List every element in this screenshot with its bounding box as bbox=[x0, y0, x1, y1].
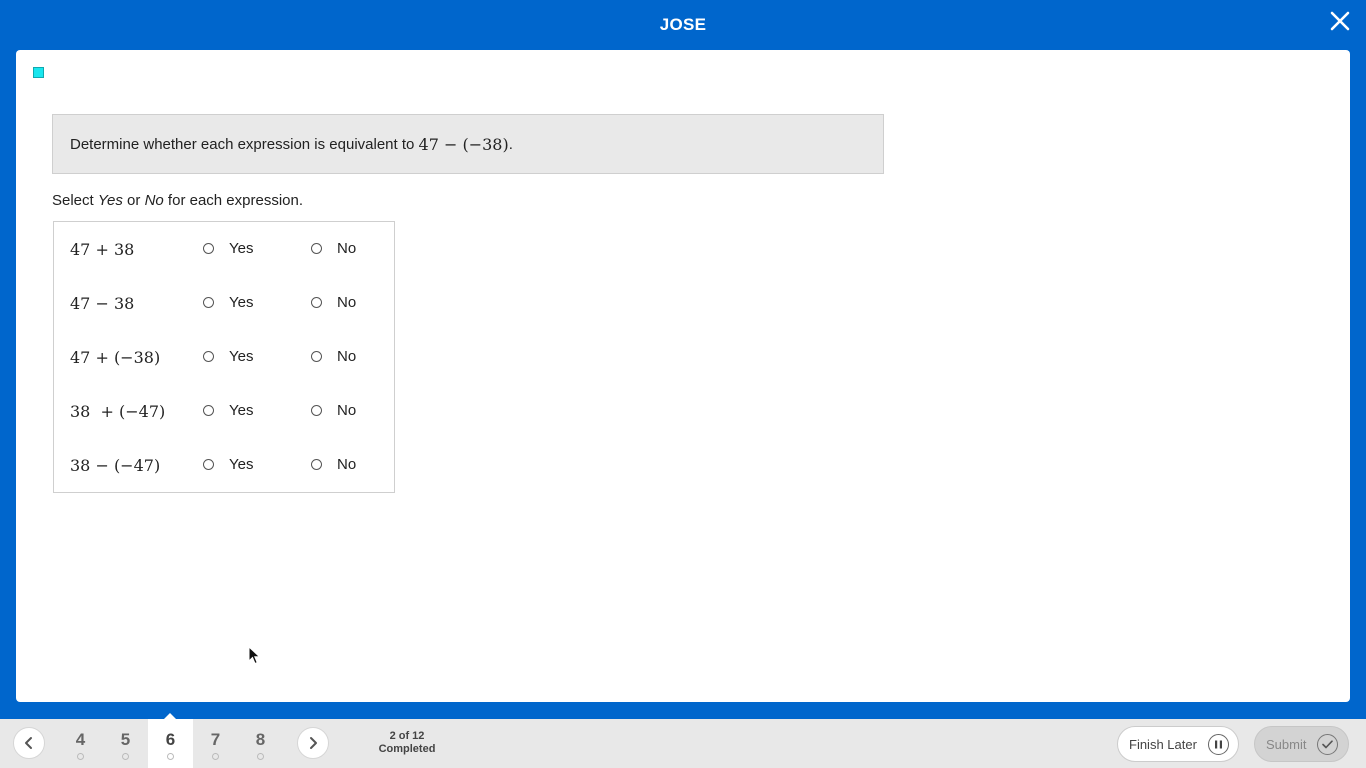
previous-button[interactable] bbox=[13, 727, 45, 759]
answer-row: 47 + (−38) Yes No bbox=[54, 330, 394, 384]
question-number: 5 bbox=[120, 730, 131, 749]
no-label: No bbox=[337, 402, 357, 419]
yes-option[interactable]: Yes bbox=[203, 456, 253, 473]
status-dot bbox=[257, 753, 264, 760]
no-option[interactable]: No bbox=[311, 240, 356, 257]
status-dot bbox=[167, 753, 174, 760]
finish-later-label: Finish Later bbox=[1129, 736, 1197, 752]
radio-button[interactable] bbox=[311, 351, 322, 362]
no-label: No bbox=[337, 294, 357, 311]
question-number: 7 bbox=[210, 730, 221, 749]
no-option[interactable]: No bbox=[311, 402, 356, 419]
radio-button[interactable] bbox=[203, 405, 214, 416]
expression: 38 − (−47) bbox=[70, 456, 161, 475]
answer-row: 38 + (−47) Yes No bbox=[54, 384, 394, 438]
question-nav-8[interactable]: 8 bbox=[238, 719, 283, 768]
no-option[interactable]: No bbox=[311, 294, 356, 311]
prompt-math: 47 − (−38) bbox=[418, 134, 509, 154]
student-name: JOSE bbox=[659, 15, 707, 34]
checkmark-icon bbox=[1317, 734, 1338, 755]
instruction-mid: or bbox=[122, 192, 145, 209]
instruction-no: No bbox=[144, 192, 164, 209]
instruction-yes: Yes bbox=[97, 192, 123, 209]
progress-label: Completed bbox=[378, 743, 436, 755]
expression: 47 − 38 bbox=[70, 294, 135, 313]
mouse-cursor-icon bbox=[248, 646, 261, 665]
expression: 47 + (−38) bbox=[70, 348, 161, 367]
bottom-nav-bar: 4 5 6 7 8 2 of 12 Completed Finish Later… bbox=[0, 713, 1366, 768]
answer-row: 38 − (−47) Yes No bbox=[54, 438, 394, 492]
no-option[interactable]: No bbox=[311, 348, 356, 365]
top-bar: JOSE bbox=[0, 0, 1366, 50]
prompt-end: . bbox=[508, 135, 513, 153]
status-dot bbox=[212, 753, 219, 760]
radio-button[interactable] bbox=[311, 243, 322, 254]
finish-later-button[interactable]: Finish Later bbox=[1117, 726, 1239, 762]
radio-button[interactable] bbox=[203, 351, 214, 362]
question-number: 8 bbox=[255, 730, 266, 749]
question-nav-6[interactable]: 6 bbox=[148, 713, 193, 768]
expression: 38 + (−47) bbox=[70, 402, 166, 421]
progress-status: 2 of 12 Completed bbox=[370, 730, 444, 756]
question-number: 6 bbox=[165, 730, 176, 749]
yes-label: Yes bbox=[229, 348, 254, 365]
radio-button[interactable] bbox=[203, 459, 214, 470]
prompt-text: Determine whether each expression is equ… bbox=[70, 135, 415, 153]
question-nav-7[interactable]: 7 bbox=[193, 719, 238, 768]
yes-label: Yes bbox=[229, 402, 254, 419]
instruction-pre: Select bbox=[52, 192, 98, 209]
progress-count: 2 of 12 bbox=[389, 730, 425, 742]
expression: 47 + 38 bbox=[70, 240, 135, 259]
yes-option[interactable]: Yes bbox=[203, 348, 253, 365]
answer-grid: 47 + 38 Yes No 47 − 38 Yes No 47 + (−38)… bbox=[53, 221, 395, 493]
submit-button[interactable]: Submit bbox=[1254, 726, 1349, 762]
no-label: No bbox=[337, 348, 357, 365]
no-label: No bbox=[337, 240, 357, 257]
instruction-text: Select Yes or No for each expression. bbox=[52, 192, 303, 209]
answer-row: 47 + 38 Yes No bbox=[54, 222, 394, 276]
chevron-left-icon bbox=[25, 737, 32, 749]
status-dot bbox=[122, 753, 129, 760]
yes-label: Yes bbox=[229, 240, 254, 257]
no-label: No bbox=[337, 456, 357, 473]
yes-option[interactable]: Yes bbox=[203, 402, 253, 419]
pause-icon bbox=[1208, 734, 1229, 755]
answer-row: 47 − 38 Yes No bbox=[54, 276, 394, 330]
no-option[interactable]: No bbox=[311, 456, 356, 473]
question-prompt: Determine whether each expression is equ… bbox=[52, 114, 884, 174]
flag-marker[interactable] bbox=[33, 67, 44, 78]
close-button[interactable] bbox=[1328, 9, 1352, 33]
radio-button[interactable] bbox=[311, 459, 322, 470]
instruction-post: for each expression. bbox=[163, 192, 304, 209]
question-nav-5[interactable]: 5 bbox=[103, 719, 148, 768]
question-nav-4[interactable]: 4 bbox=[58, 719, 103, 768]
radio-button[interactable] bbox=[311, 405, 322, 416]
question-number: 4 bbox=[75, 730, 86, 749]
status-dot bbox=[77, 753, 84, 760]
yes-option[interactable]: Yes bbox=[203, 240, 253, 257]
radio-button[interactable] bbox=[203, 243, 214, 254]
yes-label: Yes bbox=[229, 456, 254, 473]
submit-label: Submit bbox=[1266, 736, 1307, 752]
yes-option[interactable]: Yes bbox=[203, 294, 253, 311]
close-icon bbox=[1330, 11, 1350, 31]
radio-button[interactable] bbox=[203, 297, 214, 308]
radio-button[interactable] bbox=[311, 297, 322, 308]
next-button[interactable] bbox=[297, 727, 329, 759]
chevron-right-icon bbox=[310, 737, 317, 749]
question-panel: Determine whether each expression is equ… bbox=[16, 50, 1350, 702]
yes-label: Yes bbox=[229, 294, 254, 311]
